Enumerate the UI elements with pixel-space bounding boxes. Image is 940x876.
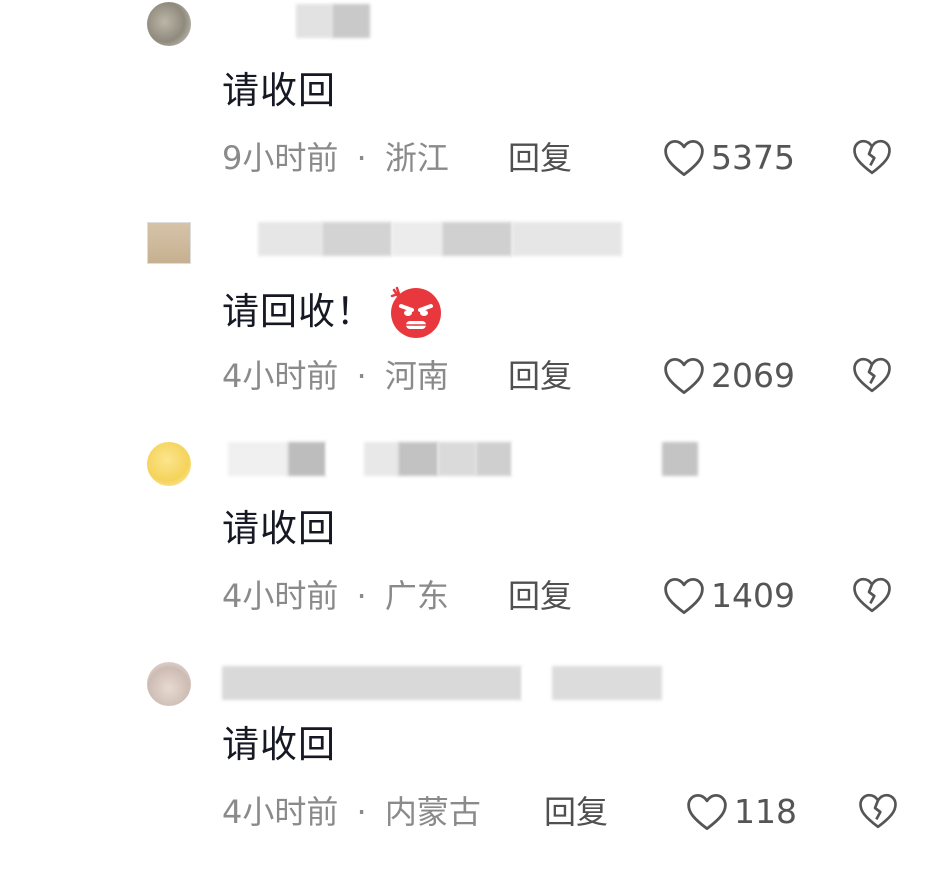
comment-text: 请收回 — [222, 723, 336, 766]
comment-time: 4小时前 — [222, 357, 339, 395]
comment-item: 请收回 4小时前 · 内蒙古 回复 118 — [0, 656, 940, 876]
comment-region: 浙江 — [384, 139, 449, 177]
like-count: 118 — [734, 792, 797, 831]
heart-outline-icon — [664, 139, 704, 177]
like-count: 2069 — [711, 356, 795, 395]
broken-heart-icon[interactable] — [852, 576, 892, 614]
like-count: 1409 — [711, 576, 795, 615]
meta-separator: · — [356, 793, 367, 831]
like-button[interactable]: 1409 — [663, 574, 795, 618]
broken-heart-icon[interactable] — [852, 356, 892, 394]
comment-text: 请收回 — [222, 69, 336, 112]
broken-heart-icon[interactable] — [858, 792, 898, 830]
username-blurred[interactable] — [258, 222, 622, 256]
comment-meta: 4小时前 · 广东 — [222, 574, 449, 618]
heart-outline-icon — [687, 793, 727, 831]
like-button[interactable]: 118 — [686, 790, 797, 834]
comment-meta: 4小时前 · 内蒙古 — [222, 790, 481, 834]
avatar[interactable] — [147, 222, 191, 264]
like-button[interactable]: 2069 — [663, 354, 795, 398]
broken-heart-icon[interactable] — [852, 138, 892, 176]
comment-region: 广东 — [384, 577, 449, 615]
comment-meta: 4小时前 · 河南 — [222, 354, 449, 398]
heart-outline-icon — [664, 357, 704, 395]
comment-item: 请收回 4小时前 · 广东 回复 1409 — [0, 438, 940, 658]
username-blurred[interactable] — [228, 442, 698, 476]
avatar[interactable] — [147, 2, 191, 46]
comment-region: 河南 — [384, 357, 449, 395]
avatar[interactable] — [147, 662, 191, 706]
heart-outline-icon — [664, 577, 704, 615]
meta-separator: · — [356, 577, 367, 615]
comment-text: 请收回 — [222, 507, 336, 550]
reply-button[interactable]: 回复 — [508, 354, 572, 398]
meta-separator: · — [356, 139, 367, 177]
comment-item: 请收回 9小时前 · 浙江 回复 5375 — [0, 0, 940, 220]
reply-button[interactable]: 回复 — [508, 574, 572, 618]
comment-item: 请回收！ 4小时前 · 河南 回复 2069 — [0, 218, 940, 438]
comment-region: 内蒙古 — [384, 793, 481, 831]
comment-time: 4小时前 — [222, 577, 339, 615]
comment-time: 4小时前 — [222, 793, 339, 831]
avatar[interactable] — [147, 442, 191, 486]
like-count: 5375 — [711, 138, 795, 177]
username-blurred[interactable] — [222, 666, 662, 700]
comment-text: 请回收！ — [222, 284, 444, 340]
comment-time: 9小时前 — [222, 139, 339, 177]
username-blurred[interactable] — [296, 4, 370, 38]
like-button[interactable]: 5375 — [663, 136, 795, 180]
angry-face-emoji — [390, 286, 441, 338]
comment-meta: 9小时前 · 浙江 — [222, 136, 449, 180]
reply-button[interactable]: 回复 — [508, 136, 572, 180]
reply-button[interactable]: 回复 — [544, 790, 608, 834]
meta-separator: · — [356, 357, 367, 395]
